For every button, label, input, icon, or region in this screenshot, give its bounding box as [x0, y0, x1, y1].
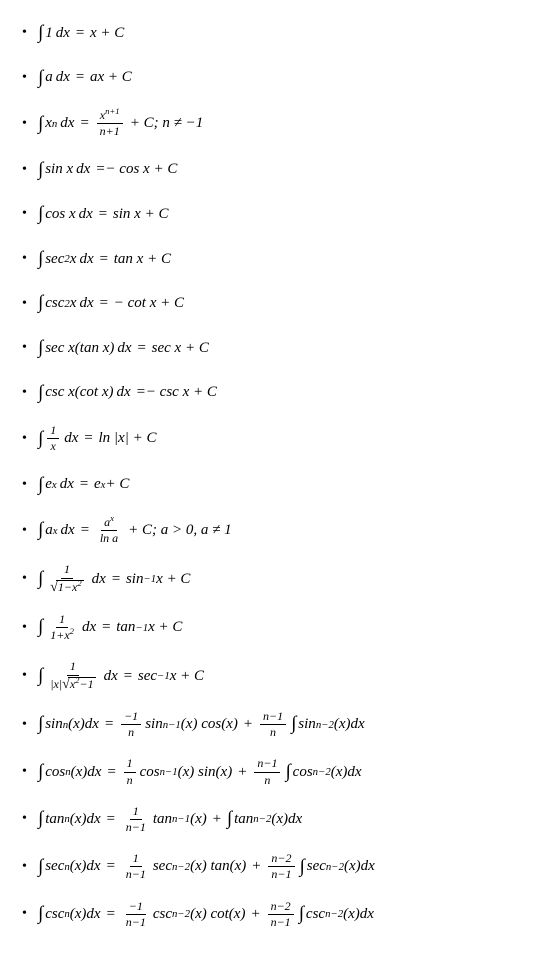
formula: ∫sec x(tan x)dx=sec x + C: [38, 335, 209, 362]
formula: ∫axdx=axln a+ C; a > 0, a ≠ 1: [38, 516, 232, 545]
integral-formula-list: ∫1dx=x + C ∫adx=ax + C ∫xndx=xn+1n+1+ C;…: [16, 20, 538, 929]
list-item: ∫1√1−x2dx=sin−1 x + C: [16, 563, 538, 595]
formula: ∫cosn(x)dx=1ncosn−1(x) sin(x)+n−1n∫cosn−…: [38, 757, 362, 786]
list-item: ∫exdx=ex + C: [16, 472, 538, 499]
list-item: ∫sec2 xdx=tan x + C: [16, 246, 538, 273]
formula: ∫11+x2dx=tan−1 x + C: [38, 613, 182, 642]
formula: ∫sinn(x)dx=−1nsinn−1(x) cos(x)+n−1n∫sinn…: [38, 710, 365, 739]
formula: ∫sin xdx=− cos x + C: [38, 157, 177, 184]
list-item: ∫adx=ax + C: [16, 65, 538, 92]
formula: ∫1√1−x2dx=sin−1 x + C: [38, 563, 190, 595]
formula: ∫exdx=ex + C: [38, 472, 129, 499]
list-item: ∫1dx=x + C: [16, 20, 538, 47]
formula: ∫cos xdx=sin x + C: [38, 201, 168, 228]
list-item: ∫csc2 xdx=− cot x + C: [16, 290, 538, 317]
formula: ∫sec2 xdx=tan x + C: [38, 246, 171, 273]
formula: ∫xndx=xn+1n+1+ C; n ≠ −1: [38, 109, 203, 138]
list-item: ∫sec x(tan x)dx=sec x + C: [16, 335, 538, 362]
list-item: ∫1|x|√x2−1dx=sec−1 x + C: [16, 660, 538, 692]
formula: ∫csc x(cot x)dx=− csc x + C: [38, 380, 217, 407]
list-item: ∫axdx=axln a+ C; a > 0, a ≠ 1: [16, 516, 538, 545]
formula: ∫1xdx=ln |x| + C: [38, 424, 156, 453]
formula: ∫1dx=x + C: [38, 20, 124, 47]
list-item: ∫xndx=xn+1n+1+ C; n ≠ −1: [16, 109, 538, 138]
formula: ∫1|x|√x2−1dx=sec−1 x + C: [38, 660, 204, 692]
formula: ∫csc2 xdx=− cot x + C: [38, 290, 184, 317]
list-item: ∫11+x2dx=tan−1 x + C: [16, 613, 538, 642]
list-item: ∫sinn(x)dx=−1nsinn−1(x) cos(x)+n−1n∫sinn…: [16, 710, 538, 739]
list-item: ∫tann(x)dx=1n−1tann−1(x)+∫tann−2(x)dx: [16, 805, 538, 834]
formula: ∫cscn(x)dx=−1n−1cscn−2(x) cot(x)+n−2n−1∫…: [38, 900, 374, 929]
list-item: ∫cos xdx=sin x + C: [16, 201, 538, 228]
list-item: ∫1xdx=ln |x| + C: [16, 424, 538, 453]
list-item: ∫sin xdx=− cos x + C: [16, 157, 538, 184]
formula: ∫secn(x)dx=1n−1secn−2(x) tan(x)+n−2n−1∫s…: [38, 852, 375, 881]
list-item: ∫secn(x)dx=1n−1secn−2(x) tan(x)+n−2n−1∫s…: [16, 852, 538, 881]
list-item: ∫cscn(x)dx=−1n−1cscn−2(x) cot(x)+n−2n−1∫…: [16, 900, 538, 929]
list-item: ∫cosn(x)dx=1ncosn−1(x) sin(x)+n−1n∫cosn−…: [16, 757, 538, 786]
formula: ∫tann(x)dx=1n−1tann−1(x)+∫tann−2(x)dx: [38, 805, 302, 834]
list-item: ∫csc x(cot x)dx=− csc x + C: [16, 380, 538, 407]
formula: ∫adx=ax + C: [38, 65, 132, 92]
